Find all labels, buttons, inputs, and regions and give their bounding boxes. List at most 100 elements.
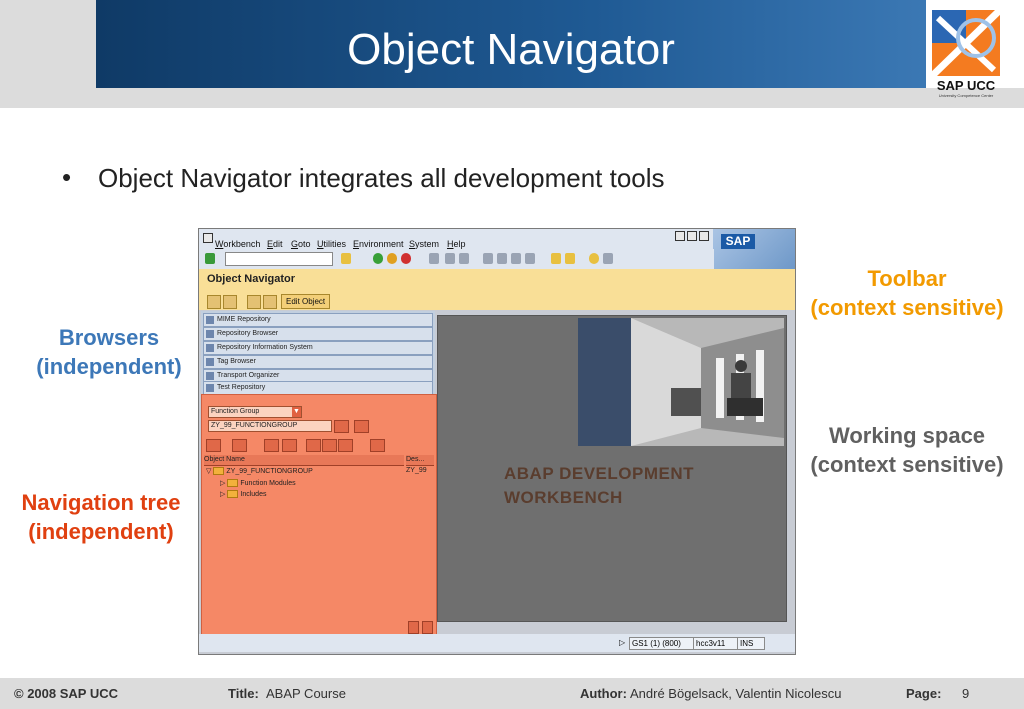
label-browsers: Browsers (independent) (36, 325, 182, 379)
find-icon[interactable] (445, 253, 455, 264)
close-icon[interactable] (699, 231, 709, 241)
sap-logo-area: SAP (713, 229, 795, 269)
chevron-down-icon: ▼ (292, 407, 301, 417)
menu-edit[interactable]: Edit (267, 239, 283, 249)
repository-icon (206, 330, 214, 338)
browser-repository-information-system[interactable]: Repository Information System (203, 341, 433, 355)
info-icon[interactable] (263, 295, 277, 309)
save-icon[interactable] (341, 253, 351, 264)
footer-copyright: © 2008 SAP UCC (14, 686, 118, 701)
sap-gui-screenshot: Workbench Edit Goto Utilities Environmen… (198, 228, 796, 655)
next-page-icon[interactable] (511, 253, 521, 264)
cancel-icon[interactable] (401, 253, 411, 264)
object-name-field[interactable]: ZY_99_FUNCTIONGROUP (208, 420, 332, 432)
footer-title-label: Title: (228, 686, 259, 701)
menu-utilities[interactable]: Utilities (317, 239, 346, 249)
last-page-icon[interactable] (525, 253, 535, 264)
layout-menu-icon[interactable] (603, 253, 613, 264)
footer-author-value: André Bögelsack, Valentin Nicolescu (630, 686, 842, 701)
menu-environment[interactable]: Environment (353, 239, 404, 249)
tree-up-icon[interactable] (264, 439, 279, 452)
browser-test-repository[interactable]: Test Repository (203, 381, 433, 395)
command-field[interactable] (225, 252, 333, 266)
folder-icon (227, 490, 239, 499)
status-arrow-icon[interactable]: ▷ (617, 637, 627, 648)
tree-node-function-modules[interactable]: ▷ Function Modules (220, 479, 296, 488)
sap-ucc-logo: SAP UCC University Competence Center (928, 7, 1004, 102)
exit-icon[interactable] (387, 253, 397, 264)
tree-node-includes[interactable]: ▷ Includes (220, 490, 266, 499)
tree-other-icon[interactable] (306, 439, 321, 452)
repository-icon (206, 316, 214, 324)
sap-standard-toolbar (199, 249, 714, 269)
footer-page-value: 9 (962, 686, 970, 701)
folder-icon (213, 467, 225, 476)
bullet-marker: • (62, 162, 72, 192)
browser-mime-repository[interactable]: MIME Repository (203, 313, 433, 327)
scroll-right-icon[interactable] (422, 621, 433, 634)
glasses-icon[interactable] (354, 420, 369, 433)
collapse-arrow-icon: ▷ (220, 480, 226, 487)
status-server: hcc3v11 (693, 637, 739, 650)
browser-tag-browser[interactable]: Tag Browser (203, 355, 433, 369)
workspace-photo (631, 318, 784, 446)
label-navigation-tree: Navigation tree (independent) (21, 490, 181, 544)
logo-subtext: University Competence Center (938, 93, 994, 98)
screen-title: Object Navigator (207, 273, 296, 285)
tree-node-functiongroup[interactable]: ▽ ZY_99_FUNCTIONGROUP ZY_99 (206, 467, 432, 476)
enter-icon[interactable] (205, 253, 215, 264)
print-icon[interactable] (429, 253, 439, 264)
tree-print-icon[interactable] (338, 439, 353, 452)
display-dropdown-icon[interactable] (334, 420, 349, 433)
sap-menu-bar: Workbench Edit Goto Utilities Environmen… (199, 229, 795, 249)
status-bar: ▷ GS1 (1) (800) hcc3v11 INS (199, 634, 795, 652)
transport-icon (206, 372, 214, 380)
browsers-panel: MIME Repository Repository Browser Repos… (201, 311, 435, 395)
other-object-icon[interactable] (247, 295, 261, 309)
back-nav-icon[interactable] (207, 295, 221, 309)
slide-footer: © 2008 SAP UCC Title: ABAP Course Author… (0, 678, 1024, 709)
browser-repository-browser[interactable]: Repository Browser (203, 327, 433, 341)
find-next-icon[interactable] (459, 253, 469, 264)
scroll-left-icon[interactable] (408, 621, 419, 634)
collapse-arrow-icon: ▷ (220, 491, 226, 498)
maximize-icon[interactable] (687, 231, 697, 241)
minimize-icon[interactable] (675, 231, 685, 241)
col-description[interactable]: Des... (406, 455, 434, 466)
new-session-icon[interactable] (551, 253, 561, 264)
workspace-watermark: ABAP DEVELOPMENT WORKBENCH (504, 464, 694, 507)
workspace-banner-block (578, 318, 631, 446)
footer-title-value: ABAP Course (266, 686, 346, 701)
back-icon[interactable] (373, 253, 383, 264)
col-object-name[interactable]: Object Name (204, 455, 404, 466)
forward-nav-icon[interactable] (223, 295, 237, 309)
expand-arrow-icon: ▽ (206, 468, 212, 475)
edit-object-button[interactable]: Edit Object (281, 294, 331, 309)
sap-logo: SAP (721, 234, 755, 249)
folder-icon (227, 479, 239, 488)
tree-forward-icon[interactable] (232, 439, 247, 452)
previous-page-icon[interactable] (497, 253, 507, 264)
tree-back-icon[interactable] (206, 439, 221, 452)
menu-system[interactable]: System (409, 239, 439, 249)
bullet-text: Object Navigator integrates all developm… (98, 163, 665, 193)
label-working-space: Working space (context sensitive) (810, 423, 1004, 477)
menu-goto[interactable]: Goto (291, 239, 311, 249)
shortcut-icon[interactable] (565, 253, 575, 264)
menu-workbench[interactable]: Workbench (215, 239, 260, 249)
tree-expand-icon[interactable] (322, 439, 337, 452)
tag-icon (206, 358, 214, 366)
menu-help[interactable]: Help (447, 239, 466, 249)
tree-close-icon[interactable] (370, 439, 385, 452)
working-space-panel: ABAP DEVELOPMENT WORKBENCH (437, 315, 787, 622)
window-icon[interactable] (203, 233, 213, 243)
footer-author-label: Author: (580, 686, 627, 701)
title-bar: Object Navigator (199, 269, 795, 292)
object-type-dropdown[interactable]: Function Group ▼ (208, 406, 302, 418)
help-icon[interactable] (589, 253, 599, 264)
header-left-block (0, 0, 96, 88)
footer-page-label: Page: (906, 686, 942, 701)
first-page-icon[interactable] (483, 253, 493, 264)
label-toolbar: Toolbar (context sensitive) (810, 266, 1004, 320)
tree-collapse-icon[interactable] (282, 439, 297, 452)
